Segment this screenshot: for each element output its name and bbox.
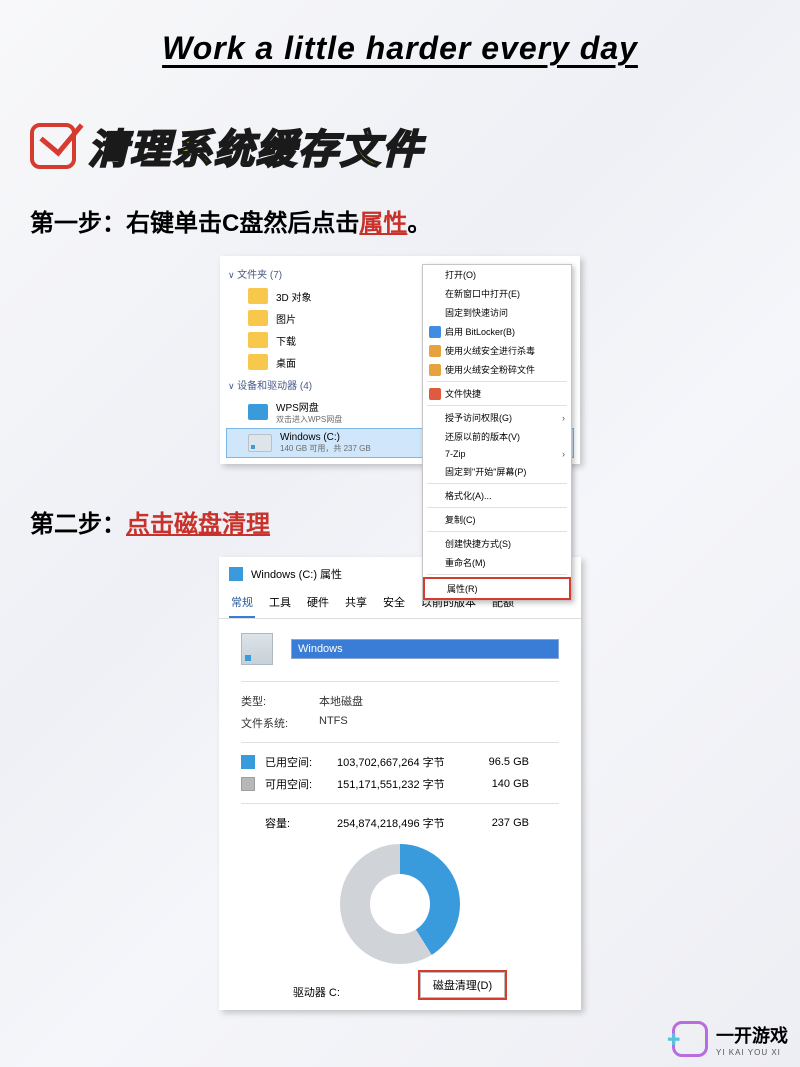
menu-format[interactable]: 格式化(A)... xyxy=(423,486,571,505)
menu-create-shortcut[interactable]: 创建快捷方式(S) xyxy=(423,534,571,553)
row-capacity: 容量: 254,874,218,496 字节 237 GB xyxy=(241,812,559,834)
menu-pin-start[interactable]: 固定到"开始"屏幕(P) xyxy=(423,462,571,481)
shield-icon xyxy=(429,326,441,338)
menu-huorong-scan[interactable]: 使用火绒安全进行杀毒 xyxy=(423,341,571,360)
dialog-body: 类型:本地磁盘 文件系统:NTFS 已用空间: 103,702,667,264 … xyxy=(219,619,581,1010)
tab-tools[interactable]: 工具 xyxy=(267,590,293,618)
brand-logo-icon xyxy=(672,1021,708,1057)
step1-suffix: 。 xyxy=(407,210,431,237)
menu-separator xyxy=(427,483,567,484)
donut-chart-icon xyxy=(340,844,460,964)
tab-security[interactable]: 安全 xyxy=(381,590,407,618)
disk-cleanup-highlight: 磁盘清理(D) xyxy=(418,970,507,1000)
menu-separator xyxy=(427,405,567,406)
menu-open-new-window[interactable]: 在新窗口中打开(E) xyxy=(423,284,571,303)
menu-restore-prev[interactable]: 还原以前的版本(V) xyxy=(423,427,571,446)
drive-icon xyxy=(229,567,243,581)
shield-icon xyxy=(429,345,441,357)
separator xyxy=(241,681,559,682)
row-filesystem: 文件系统:NTFS xyxy=(241,712,559,734)
color-swatch-free xyxy=(241,777,255,791)
color-swatch-used xyxy=(241,755,255,769)
section-title-row: 清理系统缓存文件 xyxy=(30,117,800,175)
step-2-text: 第二步：点击磁盘清理 xyxy=(30,504,800,539)
row-type: 类型:本地磁盘 xyxy=(241,690,559,712)
step1-highlight: 属性 xyxy=(359,210,407,237)
brand-watermark: 一开游戏 YI KAI YOU XI xyxy=(672,1021,788,1057)
dialog-title: Windows (C:) 属性 xyxy=(251,566,342,582)
step2-prefix: 第二步： xyxy=(30,511,126,538)
step1-prefix: 第一步：右键单击C盘然后点击 xyxy=(30,210,359,237)
separator xyxy=(241,742,559,743)
menu-separator xyxy=(427,507,567,508)
folder-icon xyxy=(248,310,268,326)
row-used-space: 已用空间: 103,702,667,264 字节 96.5 GB xyxy=(241,751,559,773)
menu-pin-quick[interactable]: 固定到快速访问 xyxy=(423,303,571,322)
folder-icon xyxy=(248,332,268,348)
menu-huorong-shred[interactable]: 使用火绒安全粉碎文件 xyxy=(423,360,571,379)
drive-name-row xyxy=(241,633,559,665)
drive-icon xyxy=(248,434,272,452)
menu-separator xyxy=(427,574,567,575)
menu-separator xyxy=(427,531,567,532)
context-menu: 打开(O) 在新窗口中打开(E) 固定到快速访问 启用 BitLocker(B)… xyxy=(422,264,572,601)
flame-icon xyxy=(429,388,441,400)
drive-label: 驱动器 C: xyxy=(293,984,340,1000)
menu-rename[interactable]: 重命名(M) xyxy=(423,553,571,572)
usage-chart-wrap: 驱动器 C: 磁盘清理(D) xyxy=(241,844,559,1000)
menu-file-shred[interactable]: 文件快捷 xyxy=(423,384,571,403)
screenshot-explorer: ∨ 文件夹 (7) 3D 对象 图片 下载 桌面 ∨ 设备和驱动器 (4) WP… xyxy=(220,256,580,464)
menu-separator xyxy=(427,381,567,382)
menu-copy[interactable]: 复制(C) xyxy=(423,510,571,529)
shield-icon xyxy=(429,364,441,376)
menu-bitlocker[interactable]: 启用 BitLocker(B) xyxy=(423,322,571,341)
folder-icon xyxy=(248,354,268,370)
brand-name: 一开游戏 xyxy=(716,1022,788,1048)
drive-icon xyxy=(241,633,273,665)
screenshot-properties-dialog: Windows (C:) 属性 ✕ 常规 工具 硬件 共享 安全 以前的版本 配… xyxy=(219,557,581,1010)
row-free-space: 可用空间: 151,171,551,232 字节 140 GB xyxy=(241,773,559,795)
disk-cleanup-button[interactable]: 磁盘清理(D) xyxy=(420,972,505,998)
drive-name-input[interactable] xyxy=(291,639,559,659)
cloud-icon xyxy=(248,404,268,420)
checkbox-icon xyxy=(30,123,76,169)
section-title: 清理系统缓存文件 xyxy=(88,117,424,175)
tab-hardware[interactable]: 硬件 xyxy=(305,590,331,618)
separator xyxy=(241,803,559,804)
menu-grant-access[interactable]: 授予访问权限(G) xyxy=(423,408,571,427)
menu-open[interactable]: 打开(O) xyxy=(423,265,571,284)
menu-7zip[interactable]: 7-Zip xyxy=(423,446,571,462)
brand-sub: YI KAI YOU XI xyxy=(716,1048,788,1057)
folder-icon xyxy=(248,288,268,304)
menu-properties[interactable]: 属性(R) xyxy=(423,577,571,600)
tab-general[interactable]: 常规 xyxy=(229,590,255,618)
page-title: Work a little harder every day xyxy=(0,0,800,67)
caret-icon: ∨ xyxy=(228,270,237,280)
step2-highlight: 点击磁盘清理 xyxy=(126,511,270,538)
step-1-text: 第一步：右键单击C盘然后点击属性。 xyxy=(30,203,800,238)
caret-icon: ∨ xyxy=(228,381,237,391)
tab-sharing[interactable]: 共享 xyxy=(343,590,369,618)
